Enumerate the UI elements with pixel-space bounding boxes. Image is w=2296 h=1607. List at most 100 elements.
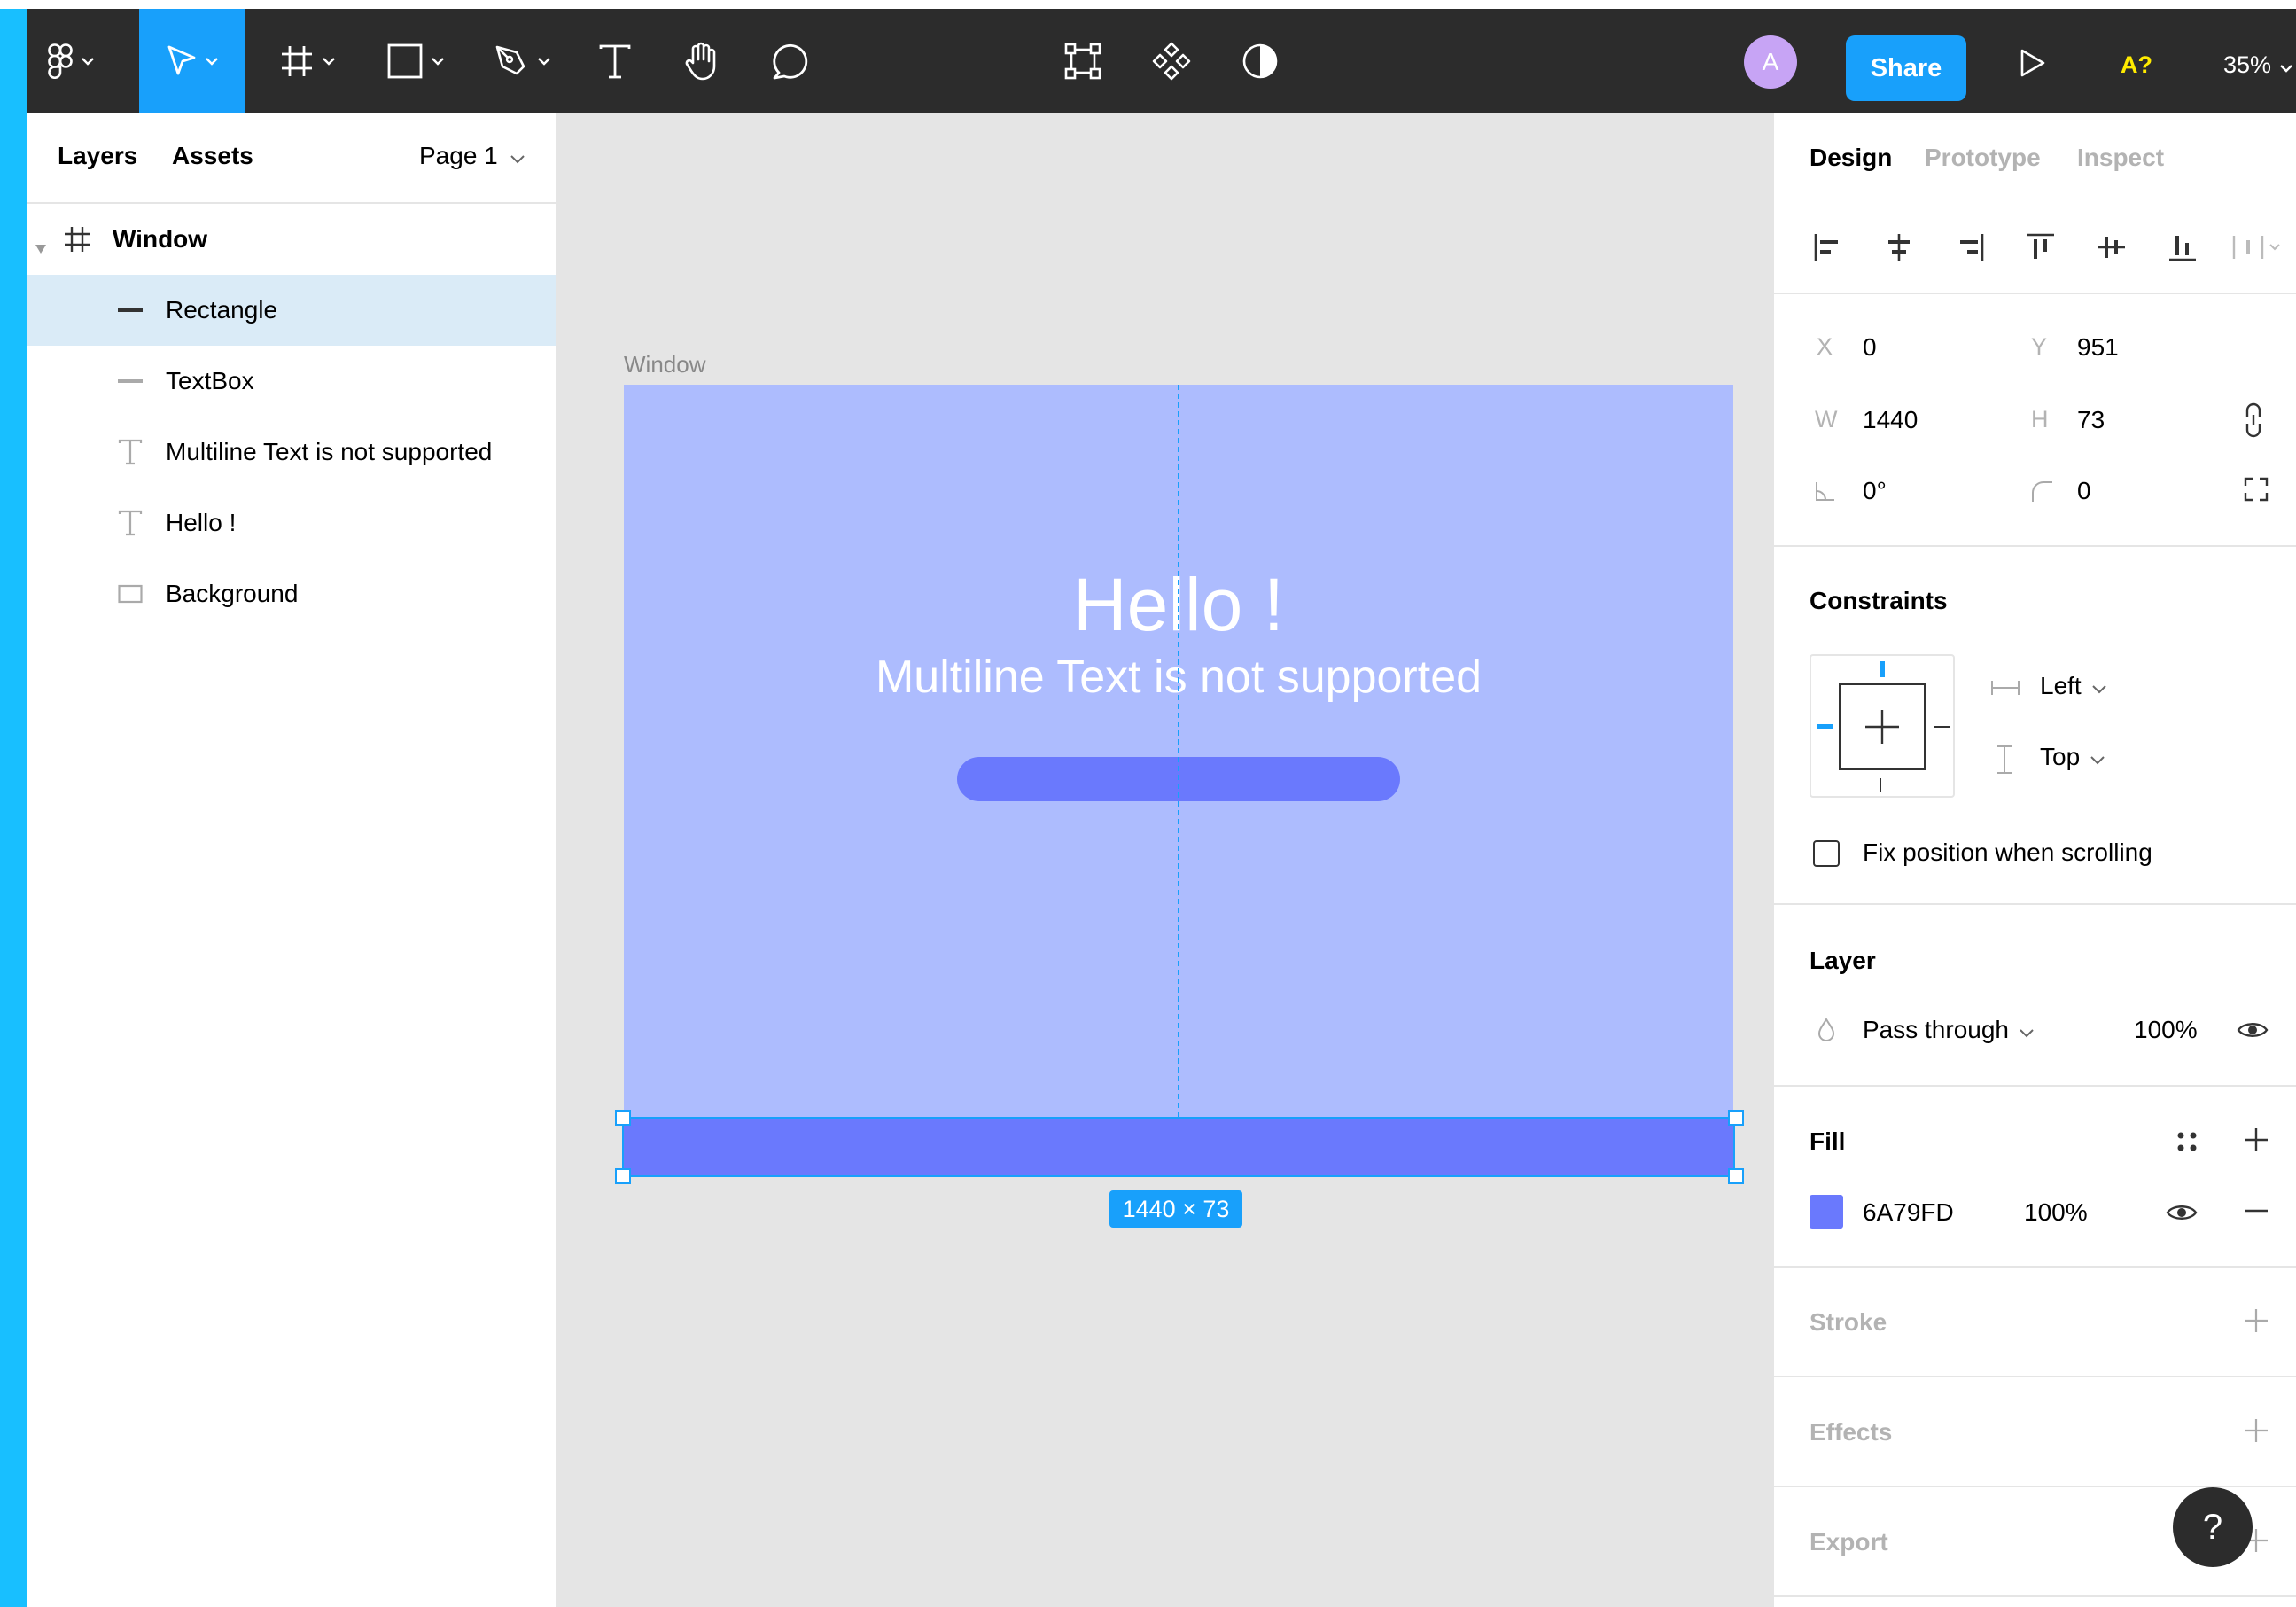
export-section-title: Export <box>1810 1528 1888 1556</box>
corner-radius-input[interactable]: 0 <box>2077 477 2091 505</box>
fix-position-checkbox[interactable] <box>1813 840 1840 867</box>
zoom-dropdown[interactable]: 35% <box>2223 43 2292 87</box>
vertical-constraint-dropdown[interactable]: Top <box>2040 743 2105 771</box>
page-selector[interactable]: Page 1 <box>419 142 525 170</box>
line-icon <box>113 293 148 328</box>
constraints-widget[interactable] <box>1810 654 1955 798</box>
layer-visibility-toggle[interactable] <box>2237 1019 2269 1045</box>
h-input[interactable]: 73 <box>2077 406 2105 434</box>
comment-tool-button[interactable] <box>759 9 821 113</box>
x-input[interactable]: 0 <box>1863 333 1877 362</box>
text-tool-button[interactable] <box>584 9 646 113</box>
pen-tool-button[interactable] <box>478 9 566 113</box>
zoom-level: 35% <box>2223 51 2272 78</box>
constrain-proportions-button[interactable] <box>2244 402 2263 442</box>
properties-panel: Design Prototype Inspect X 0 Y 951 W 144… <box>1772 113 2296 1607</box>
fill-styles-button[interactable] <box>2175 1129 2199 1158</box>
layer-opacity-input[interactable]: 100% <box>2134 1016 2198 1044</box>
align-left-button[interactable] <box>1806 227 1850 271</box>
resize-handle-bottom-right[interactable] <box>1728 1168 1744 1184</box>
alignment-toolbar <box>1774 204 2296 294</box>
pen-tool-icon <box>494 43 529 79</box>
layer-row-textbox[interactable]: TextBox <box>27 346 556 417</box>
constraint-left-indicator[interactable] <box>1817 724 1833 729</box>
add-stroke-button[interactable] <box>2238 1305 2274 1340</box>
component-bounds-button[interactable] <box>1052 9 1114 113</box>
present-button[interactable] <box>2012 44 2053 85</box>
layer-row-window[interactable]: Window <box>27 204 556 275</box>
help-button[interactable]: ? <box>2173 1487 2253 1567</box>
constraint-bottom-indicator[interactable] <box>1880 778 1881 792</box>
tab-design[interactable]: Design <box>1810 144 1892 172</box>
hand-tool-button[interactable] <box>671 9 733 113</box>
layer-row-multiline-text[interactable]: Multiline Text is not supported <box>27 417 556 488</box>
add-fill-button[interactable] <box>2238 1124 2274 1159</box>
vertical-constraint-value: Top <box>2040 743 2081 770</box>
center-guide-line <box>1178 385 1179 1117</box>
stroke-section-title: Stroke <box>1810 1308 1887 1336</box>
align-bottom-button[interactable] <box>2160 227 2205 271</box>
tab-inspect[interactable]: Inspect <box>2077 144 2164 172</box>
contrast-icon <box>1241 43 1279 80</box>
share-button[interactable]: Share <box>1846 35 1966 101</box>
independent-corners-button[interactable] <box>2244 477 2269 506</box>
y-label: Y <box>2031 333 2048 360</box>
fill-hex-input[interactable]: 6A79FD <box>1863 1198 1954 1227</box>
tab-prototype[interactable]: Prototype <box>1925 144 2041 172</box>
shape-tool-button[interactable] <box>371 9 460 113</box>
add-effect-button[interactable] <box>2238 1415 2274 1450</box>
fill-opacity-input[interactable]: 100% <box>2024 1198 2088 1227</box>
fill-color-swatch[interactable] <box>1810 1195 1843 1229</box>
chevron-down-icon <box>538 57 550 66</box>
main-menu-button[interactable] <box>27 9 114 113</box>
blend-mode-dropdown[interactable]: Pass through <box>1863 1016 2034 1044</box>
w-label: W <box>1815 406 1838 433</box>
align-top-icon <box>2026 232 2056 267</box>
tab-layers[interactable]: Layers <box>58 142 137 170</box>
frame-tool-button[interactable] <box>263 9 352 113</box>
layer-row-rectangle[interactable]: Rectangle <box>27 275 556 346</box>
frame-label[interactable]: Window <box>624 351 705 378</box>
mask-button[interactable] <box>1229 9 1291 113</box>
w-input[interactable]: 1440 <box>1863 406 1918 434</box>
resize-handle-top-right[interactable] <box>1728 1110 1744 1126</box>
layers-panel-header: Layers Assets Page 1 <box>27 113 556 204</box>
rotation-input[interactable]: 0° <box>1863 477 1887 505</box>
avatar[interactable]: A <box>1744 35 1797 89</box>
fill-section-title: Fill <box>1810 1127 1846 1155</box>
align-vertical-center-button[interactable] <box>2090 227 2134 271</box>
distribute-spacing-button[interactable] <box>2230 227 2284 271</box>
layer-row-background[interactable]: Background <box>27 558 556 629</box>
constraint-top-indicator[interactable] <box>1880 661 1885 677</box>
align-horizontal-center-button[interactable] <box>1877 227 1921 271</box>
move-tool-button[interactable] <box>139 9 245 113</box>
caret-down-icon[interactable] <box>35 232 47 261</box>
horizontal-constraint-icon <box>1990 679 2020 701</box>
chevron-down-icon <box>206 57 218 66</box>
canvas[interactable]: Window Hello ! Multiline Text is not sup… <box>558 113 1772 1607</box>
plus-icon <box>2243 1307 2269 1338</box>
fix-position-label: Fix position when scrolling <box>1863 839 2152 866</box>
create-component-button[interactable] <box>1140 9 1202 113</box>
h-label: H <box>2031 406 2049 433</box>
play-icon <box>2020 48 2046 82</box>
distribute-spacing-icon <box>2230 232 2284 267</box>
horizontal-constraint-dropdown[interactable]: Left <box>2040 672 2106 700</box>
effects-section-title: Effects <box>1810 1418 1893 1446</box>
align-top-button[interactable] <box>2019 227 2063 271</box>
remove-fill-button[interactable] <box>2238 1195 2274 1230</box>
chevron-down-icon <box>2090 743 2105 771</box>
align-right-button[interactable] <box>1948 227 1992 271</box>
fill-visibility-toggle[interactable] <box>2166 1202 2198 1228</box>
rotation-icon <box>1815 480 1836 506</box>
divider <box>1774 545 2296 547</box>
resize-handle-top-left[interactable] <box>615 1110 631 1126</box>
vertical-constraint-icon <box>1996 745 2013 779</box>
layer-row-hello[interactable]: Hello ! <box>27 488 556 558</box>
tab-assets[interactable]: Assets <box>172 142 253 170</box>
window-frame[interactable]: Hello ! Multiline Text is not supported <box>624 385 1733 1175</box>
missing-fonts-indicator[interactable]: A? <box>2121 43 2152 87</box>
y-input[interactable]: 951 <box>2077 333 2119 362</box>
resize-handle-bottom-left[interactable] <box>615 1168 631 1184</box>
constraint-right-indicator[interactable] <box>1934 726 1950 728</box>
